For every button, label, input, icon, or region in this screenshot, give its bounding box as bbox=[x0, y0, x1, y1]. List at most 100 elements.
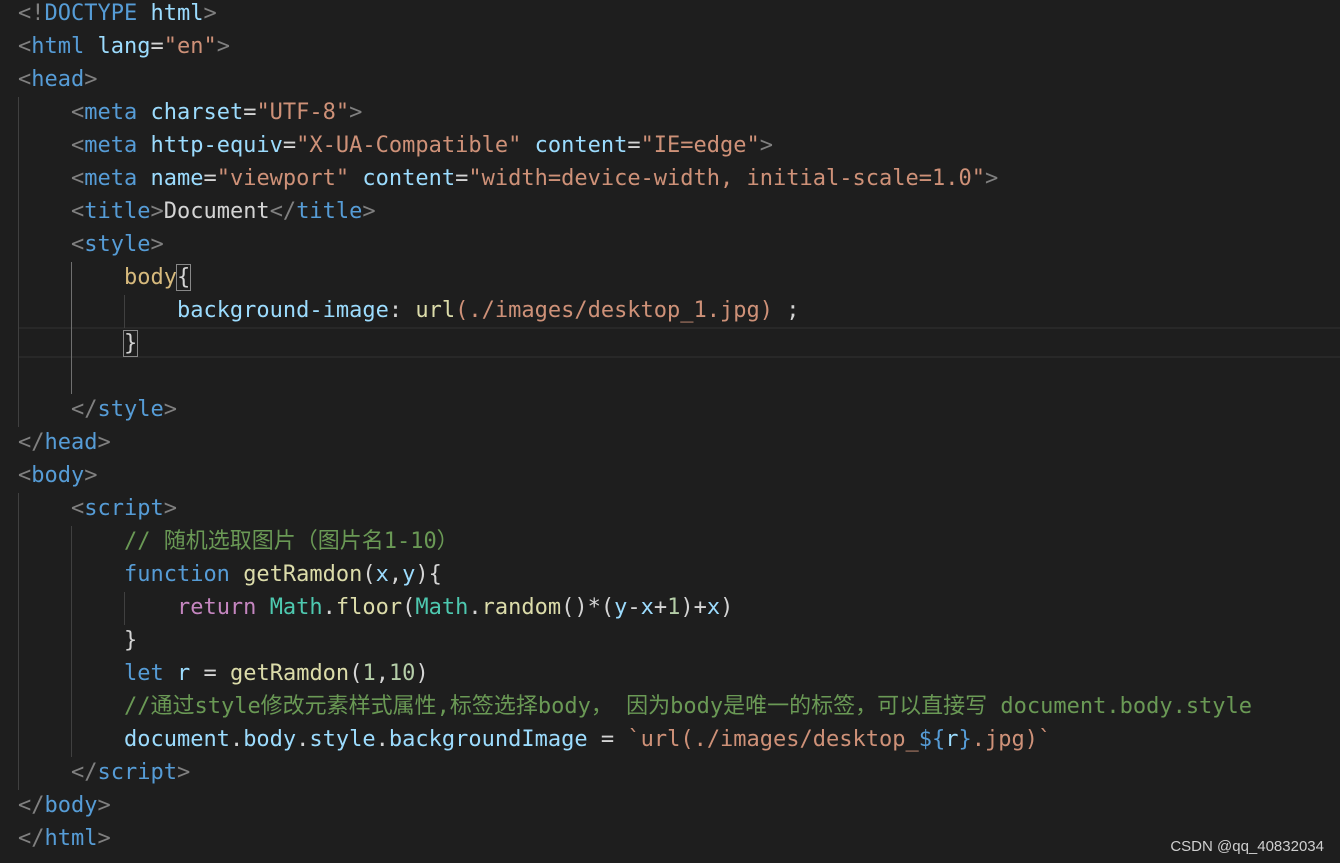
code-line[interactable]: <meta name="viewport" content="width=dev… bbox=[18, 162, 998, 195]
code-token: body bbox=[44, 793, 98, 818]
code-token: r bbox=[176, 661, 191, 686]
code-token: > bbox=[984, 166, 999, 191]
code-line[interactable]: </script> bbox=[18, 756, 190, 789]
code-line[interactable]: <script> bbox=[18, 492, 177, 525]
code-token: : bbox=[388, 298, 416, 323]
code-token: . bbox=[229, 727, 244, 752]
code-line[interactable]: body{ bbox=[18, 261, 192, 294]
code-token: - bbox=[627, 595, 641, 620]
code-line[interactable]: <title>Document</title> bbox=[18, 195, 376, 228]
code-token: < bbox=[18, 463, 32, 488]
code-line[interactable]: <head> bbox=[18, 63, 97, 96]
code-token: </ bbox=[18, 430, 45, 455]
code-line[interactable]: let r = getRamdon(1,10) bbox=[18, 657, 429, 690]
code-line[interactable]: </head> bbox=[18, 426, 111, 459]
code-line[interactable]: <style> bbox=[18, 228, 164, 261]
code-token: < bbox=[70, 100, 85, 125]
code-line[interactable]: return Math.floor(Math.random()*(y-x+1)+… bbox=[18, 591, 733, 624]
code-line[interactable]: </body> bbox=[18, 789, 111, 822]
code-token: > bbox=[150, 232, 164, 257]
code-token: script bbox=[84, 496, 164, 521]
code-token: . bbox=[468, 595, 482, 620]
watermark: CSDN @qq_40832034 bbox=[1170, 838, 1324, 855]
code-token: y bbox=[402, 562, 416, 587]
code-token: ( bbox=[362, 562, 376, 587]
code-token: content bbox=[362, 166, 456, 191]
code-token: Math bbox=[415, 595, 469, 620]
code-token: ; bbox=[773, 298, 800, 323]
code-token: ) bbox=[720, 595, 734, 620]
code-token: > bbox=[216, 34, 230, 59]
code-token: } bbox=[958, 727, 972, 752]
code-token: name bbox=[150, 166, 204, 191]
code-line[interactable]: } bbox=[18, 327, 139, 360]
code-token: ) bbox=[415, 661, 429, 686]
code-token: style bbox=[309, 727, 376, 752]
code-line[interactable]: <meta charset="UTF-8"> bbox=[18, 96, 362, 129]
code-line[interactable]: // 随机选取图片（图片名1-10） bbox=[18, 525, 459, 558]
code-line[interactable]: //通过style修改元素样式属性,标签选择body， 因为body是唯一的标签… bbox=[18, 690, 1252, 723]
code-token: backgroundImage bbox=[388, 727, 588, 752]
code-token: > bbox=[163, 496, 177, 521]
code-token: x bbox=[640, 595, 654, 620]
code-token: "IE=edge" bbox=[640, 133, 760, 158]
code-line[interactable]: function getRamdon(x,y){ bbox=[18, 558, 442, 591]
code-token: . bbox=[296, 727, 310, 752]
code-token: getRamdon bbox=[229, 661, 350, 686]
code-token: body bbox=[123, 265, 177, 290]
code-token: < bbox=[70, 166, 85, 191]
code-line[interactable]: </style> bbox=[18, 393, 177, 426]
code-token: function bbox=[123, 562, 230, 587]
code-token: > bbox=[163, 397, 177, 422]
code-token: style bbox=[97, 397, 164, 422]
code-token: = bbox=[190, 661, 230, 686]
code-token: DOCTYPE bbox=[44, 1, 138, 26]
code-token: `url(./images/desktop_ bbox=[627, 727, 919, 752]
code-token: y bbox=[614, 595, 628, 620]
code-line[interactable]: } bbox=[18, 624, 137, 657]
code-line[interactable]: document.body.style.backgroundImage = `u… bbox=[18, 723, 1051, 756]
code-line[interactable]: <body> bbox=[18, 459, 97, 492]
code-token: ()*( bbox=[561, 595, 615, 620]
code-line[interactable]: </html> bbox=[18, 822, 111, 855]
code-line[interactable]: <meta http-equiv="X-UA-Compatible" conte… bbox=[18, 129, 773, 162]
code-token: > bbox=[150, 199, 164, 224]
code-editor[interactable]: <!DOCTYPE html> <html lang="en"> <head> <m… bbox=[0, 0, 1340, 863]
code-token: + bbox=[653, 595, 668, 620]
code-line[interactable]: <!DOCTYPE html> bbox=[18, 0, 217, 30]
code-token: )+ bbox=[680, 595, 707, 620]
code-token: ){ bbox=[415, 562, 442, 587]
code-line[interactable]: <html lang="en"> bbox=[18, 30, 230, 63]
code-token: { bbox=[175, 264, 192, 291]
code-token: </ bbox=[18, 793, 45, 818]
code-token: head bbox=[31, 67, 85, 92]
code-token: x bbox=[706, 595, 721, 620]
code-token: ${ bbox=[918, 727, 946, 752]
code-token: .jpg)` bbox=[971, 727, 1052, 752]
code-token: > bbox=[84, 463, 98, 488]
code-token: > bbox=[759, 133, 774, 158]
code-token: "width=device-width, initial-scale=1.0" bbox=[468, 166, 985, 191]
code-token: "en" bbox=[163, 34, 217, 59]
code-token: 10 bbox=[388, 661, 416, 686]
code-token: html bbox=[31, 34, 85, 59]
code-line[interactable]: background-image: url(./images/desktop_1… bbox=[18, 294, 800, 327]
